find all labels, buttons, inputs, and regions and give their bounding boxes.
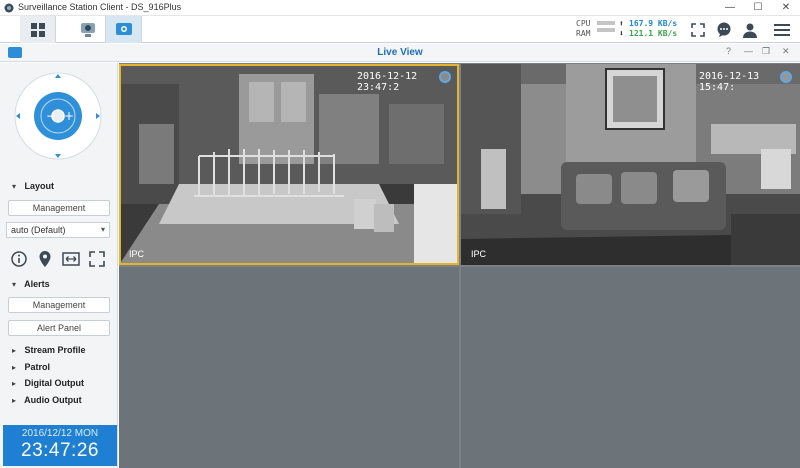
stream-profile-label: Stream Profile xyxy=(24,345,86,355)
system-clock: 2016/12/12 MON 23:47:26 xyxy=(3,425,117,466)
empty-camera-slot-4[interactable] xyxy=(461,267,800,468)
panel-minimize-button[interactable]: — xyxy=(744,46,753,56)
dropdown-caret-icon: ▾ xyxy=(100,225,105,234)
tab-ip-camera[interactable] xyxy=(70,16,106,43)
chevron-right-icon: ▸ xyxy=(12,379,17,388)
ram-label: RAM xyxy=(576,29,591,38)
stream-profile-section[interactable]: ▸ Stream Profile xyxy=(12,345,86,355)
feed-label: IPC xyxy=(471,249,487,259)
live-view-icon xyxy=(115,22,132,35)
location-pin-icon[interactable] xyxy=(36,250,54,268)
patrol-label: Patrol xyxy=(24,362,51,372)
digital-output-section[interactable]: ▸ Digital Output xyxy=(12,378,84,388)
fit-width-icon[interactable] xyxy=(62,250,80,268)
svg-text:−: − xyxy=(46,109,56,123)
control-sidebar: − + ▾ Layout Management auto (Default) ▾… xyxy=(0,63,118,468)
alerts-heading: Alerts xyxy=(24,279,50,289)
camera-feed-1[interactable]: 2016-12-12 23:47:2 IPC xyxy=(119,64,459,265)
close-button[interactable]: ✕ xyxy=(772,0,800,16)
maximize-button[interactable]: ☐ xyxy=(744,0,772,16)
grid-apps-icon xyxy=(30,22,45,37)
layout-select[interactable]: auto (Default) ▾ xyxy=(6,222,110,238)
fullscreen-icon[interactable] xyxy=(688,20,708,40)
chat-icon[interactable] xyxy=(714,20,734,40)
alert-panel-button[interactable]: Alert Panel xyxy=(8,320,110,336)
camera-feed-image xyxy=(461,64,800,265)
alerts-section-header[interactable]: ▾ Alerts xyxy=(12,279,50,289)
svg-text:+: + xyxy=(64,109,74,123)
camera-feed-2[interactable]: 2016-12-13 15:47: IPC xyxy=(461,64,800,265)
chevron-right-icon: ▸ xyxy=(12,346,17,355)
window-title: Surveillance Station Client - DS_916Plus xyxy=(18,2,182,12)
patrol-section[interactable]: ▸ Patrol xyxy=(12,362,50,372)
digital-output-label: Digital Output xyxy=(24,378,85,388)
chevron-down-icon: ▾ xyxy=(12,182,17,191)
clock-date: 2016/12/12 MON xyxy=(21,428,99,439)
window-titlebar: Surveillance Station Client - DS_916Plus… xyxy=(0,0,800,16)
layout-icon-row xyxy=(10,250,110,268)
info-icon[interactable] xyxy=(10,250,28,268)
recording-icon xyxy=(780,71,792,83)
live-view-title: Live View xyxy=(377,47,423,58)
camera-device-icon xyxy=(80,22,95,37)
camera-grid: 2016-12-12 23:47:2 IPC 2016-12-13 15:47: xyxy=(119,63,800,468)
user-icon[interactable] xyxy=(740,20,760,40)
resource-labels: CPU RAM xyxy=(576,19,590,39)
empty-camera-slot-3[interactable] xyxy=(119,267,459,468)
panel-restore-button[interactable]: ❐ xyxy=(762,46,770,57)
upload-rate: 167.9 KB/s xyxy=(629,19,678,28)
traffic-arrows: ⬆ ⬇ xyxy=(619,19,624,39)
audio-output-section[interactable]: ▸ Audio Output xyxy=(12,395,82,405)
upload-arrow-icon: ⬆ xyxy=(619,19,624,28)
chevron-down-icon: ▾ xyxy=(12,280,17,289)
tab-live-view[interactable] xyxy=(106,16,142,43)
main-toolbar: CPU RAM ⬆ ⬇ 167.9 KB/s 121.1 KB/s xyxy=(0,16,800,43)
usage-bars xyxy=(597,21,615,35)
download-arrow-icon: ⬇ xyxy=(619,29,624,38)
expand-icon[interactable] xyxy=(88,250,106,268)
menu-icon[interactable] xyxy=(772,20,792,40)
layout-section-header[interactable]: ▾ Layout xyxy=(12,181,54,191)
tab-overview[interactable] xyxy=(20,16,56,43)
panel-close-button[interactable]: ✕ xyxy=(782,46,790,57)
recording-icon xyxy=(439,71,451,83)
audio-output-label: Audio Output xyxy=(24,395,82,405)
minimize-button[interactable]: — xyxy=(716,0,744,16)
chevron-right-icon: ▸ xyxy=(12,396,17,405)
live-view-header: Live View ? — ❐ ✕ xyxy=(0,44,800,62)
camera-feed-image xyxy=(119,64,459,265)
layout-management-button[interactable]: Management xyxy=(8,200,110,216)
clock-time: 23:47:26 xyxy=(21,440,99,461)
help-button[interactable]: ? xyxy=(726,46,731,56)
alerts-management-button[interactable]: Management xyxy=(8,297,110,313)
chevron-right-icon: ▸ xyxy=(12,363,17,372)
ptz-joystick[interactable]: − + xyxy=(13,71,103,161)
layout-heading: Layout xyxy=(24,181,55,191)
app-icon xyxy=(4,3,14,13)
cpu-label: CPU xyxy=(576,19,591,28)
feed-label: IPC xyxy=(129,249,145,259)
download-rate: 121.1 KB/s xyxy=(629,29,678,38)
layout-select-value: auto (Default) xyxy=(11,225,66,235)
